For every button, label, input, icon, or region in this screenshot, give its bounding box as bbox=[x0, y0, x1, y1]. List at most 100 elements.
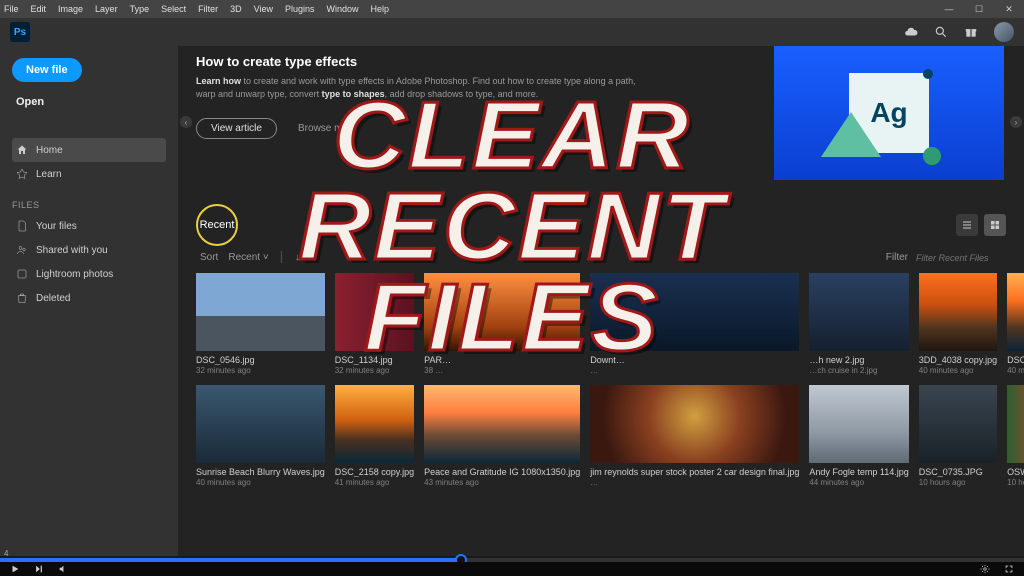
menu-layer[interactable]: Layer bbox=[95, 4, 118, 14]
doc-icon bbox=[16, 220, 28, 232]
browse-more-link[interactable]: Browse more bbox=[298, 123, 357, 134]
thumb-time: 32 minutes ago bbox=[196, 366, 325, 375]
thumb-name: jim reynolds super stock poster 2 car de… bbox=[590, 467, 799, 477]
file-thumb[interactable]: jim reynolds super stock poster 2 car de… bbox=[590, 385, 799, 487]
menu-plugins[interactable]: Plugins bbox=[285, 4, 315, 14]
chevron-down-icon: ˅ bbox=[263, 252, 269, 263]
file-thumb[interactable]: DSC_0735.JPG 10 hours ago bbox=[919, 385, 997, 487]
window-minimize-icon[interactable]: — bbox=[934, 0, 964, 18]
file-thumb[interactable]: OSW 7.25.2020-4296.jpg 10 hours ago bbox=[1007, 385, 1024, 487]
sidebar-item-your-files[interactable]: Your files bbox=[12, 214, 166, 238]
file-thumb[interactable]: Sunrise Beach Blurry Waves.jpg 40 minute… bbox=[196, 385, 325, 487]
thumb-name: …h new 2.jpg bbox=[809, 355, 908, 365]
search-icon[interactable] bbox=[934, 25, 948, 39]
menu-help[interactable]: Help bbox=[371, 4, 390, 14]
thumb-time: 40 minutes ago bbox=[919, 366, 997, 375]
thumb-time: 10 hours ago bbox=[1007, 478, 1024, 487]
recent-heading[interactable]: Recent bbox=[196, 204, 238, 246]
thumb-time: … bbox=[590, 366, 799, 375]
sidebar-item-deleted[interactable]: Deleted bbox=[12, 286, 166, 310]
menubar: File Edit Image Layer Type Select Filter… bbox=[0, 0, 1024, 18]
hero-graphic: Ag bbox=[774, 46, 1004, 180]
new-file-button[interactable]: New file bbox=[12, 58, 82, 82]
file-thumb[interactable]: Downt… … bbox=[590, 273, 799, 375]
thumb-name: DSC_0735.JPG bbox=[919, 467, 997, 477]
play-pause-icon[interactable] bbox=[10, 564, 20, 574]
skip-icon[interactable] bbox=[34, 564, 44, 574]
menu-window[interactable]: Window bbox=[327, 4, 359, 14]
thumb-name: DSC_3328 copy 2.jpg bbox=[1007, 355, 1024, 365]
gift-icon[interactable] bbox=[964, 25, 978, 39]
file-thumb[interactable]: PAR… 38 … bbox=[424, 273, 580, 375]
list-view-icon[interactable] bbox=[956, 214, 978, 236]
sidebar: New file Open Home Learn FILES Your file… bbox=[0, 46, 178, 556]
thumb-name: DSC_2158 copy.jpg bbox=[335, 467, 414, 477]
menu-type[interactable]: Type bbox=[130, 4, 150, 14]
sort-direction-icon[interactable]: ↓ bbox=[295, 252, 300, 263]
sort-dropdown[interactable]: Recent ˅ bbox=[228, 252, 268, 263]
appbar: Ps bbox=[0, 18, 1024, 46]
menu-select[interactable]: Select bbox=[161, 4, 186, 14]
hero-prev-icon[interactable]: ‹ bbox=[180, 116, 192, 128]
menu-filter[interactable]: Filter bbox=[198, 4, 218, 14]
open-button[interactable]: Open bbox=[12, 90, 166, 114]
thumb-name: Sunrise Beach Blurry Waves.jpg bbox=[196, 467, 325, 477]
menu-file[interactable]: File bbox=[4, 4, 19, 14]
file-thumb[interactable]: DSC_0546.jpg 32 minutes ago bbox=[196, 273, 325, 375]
thumb-time: 10 hours ago bbox=[919, 478, 997, 487]
cloud-icon[interactable] bbox=[904, 25, 918, 39]
file-thumb[interactable]: Andy Fogle temp 114.jpg 44 minutes ago bbox=[809, 385, 908, 487]
sidebar-item-learn[interactable]: Learn bbox=[12, 162, 166, 186]
sidebar-item-label: Lightroom photos bbox=[36, 269, 113, 280]
menu-3d[interactable]: 3D bbox=[230, 4, 242, 14]
thumb-name: Downt… bbox=[590, 355, 799, 365]
file-thumb[interactable]: 3DD_4038 copy.jpg 40 minutes ago bbox=[919, 273, 997, 375]
scrub-time: 4 bbox=[4, 549, 8, 558]
thumb-name: 3DD_4038 copy.jpg bbox=[919, 355, 997, 365]
thumb-name: Andy Fogle temp 114.jpg bbox=[809, 467, 908, 477]
learn-icon bbox=[16, 168, 28, 180]
sidebar-item-shared[interactable]: Shared with you bbox=[12, 238, 166, 262]
thumb-time: 44 minutes ago bbox=[809, 478, 908, 487]
hero-next-icon[interactable]: › bbox=[1010, 116, 1022, 128]
hero-badge: Ag bbox=[849, 73, 929, 153]
view-article-button[interactable]: View article bbox=[196, 118, 277, 139]
file-thumb[interactable]: Peace and Gratitude IG 1080x1350.jpg 43 … bbox=[424, 385, 580, 487]
file-thumb[interactable]: …h new 2.jpg …ch cruise in 2.jpg bbox=[809, 273, 908, 375]
file-thumb[interactable]: DSC_1134.jpg 32 minutes ago bbox=[335, 273, 414, 375]
hero-card: ‹ › How to create type effects Learn how… bbox=[178, 46, 1024, 186]
fullscreen-icon[interactable] bbox=[1004, 564, 1014, 574]
files-heading: FILES bbox=[12, 200, 166, 210]
lightroom-icon bbox=[16, 268, 28, 280]
menu-image[interactable]: Image bbox=[58, 4, 83, 14]
thumb-time: …ch cruise in 2.jpg bbox=[809, 366, 908, 375]
thumb-name: DSC_0546.jpg bbox=[196, 355, 325, 365]
sort-label: Sort bbox=[200, 252, 218, 263]
window-maximize-icon[interactable]: ☐ bbox=[964, 0, 994, 18]
sidebar-item-label: Home bbox=[36, 145, 63, 156]
menu-view[interactable]: View bbox=[254, 4, 273, 14]
filter-input[interactable] bbox=[916, 253, 1006, 263]
thumb-time: 40 minutes ago bbox=[1007, 366, 1024, 375]
menu-edit[interactable]: Edit bbox=[31, 4, 47, 14]
volume-icon[interactable] bbox=[58, 564, 68, 574]
settings-icon[interactable] bbox=[980, 564, 990, 574]
file-thumb[interactable]: DSC_3328 copy 2.jpg 40 minutes ago bbox=[1007, 273, 1024, 375]
sidebar-item-label: Learn bbox=[36, 169, 62, 180]
sidebar-item-label: Your files bbox=[36, 221, 77, 232]
sidebar-item-lightroom[interactable]: Lightroom photos bbox=[12, 262, 166, 286]
thumb-time: … bbox=[590, 478, 799, 487]
content-area: ‹ › How to create type effects Learn how… bbox=[178, 46, 1024, 556]
file-thumb[interactable]: DSC_2158 copy.jpg 41 minutes ago bbox=[335, 385, 414, 487]
sidebar-item-home[interactable]: Home bbox=[12, 138, 166, 162]
trash-icon bbox=[16, 292, 28, 304]
avatar[interactable] bbox=[994, 22, 1014, 42]
window-close-icon[interactable]: ✕ bbox=[994, 0, 1024, 18]
hero-title: How to create type effects bbox=[196, 54, 656, 69]
filter-label: Filter bbox=[886, 252, 908, 263]
thumb-time: 43 minutes ago bbox=[424, 478, 580, 487]
home-icon bbox=[16, 144, 28, 156]
grid-view-icon[interactable] bbox=[984, 214, 1006, 236]
thumb-time: 40 minutes ago bbox=[196, 478, 325, 487]
thumb-name: DSC_1134.jpg bbox=[335, 355, 414, 365]
